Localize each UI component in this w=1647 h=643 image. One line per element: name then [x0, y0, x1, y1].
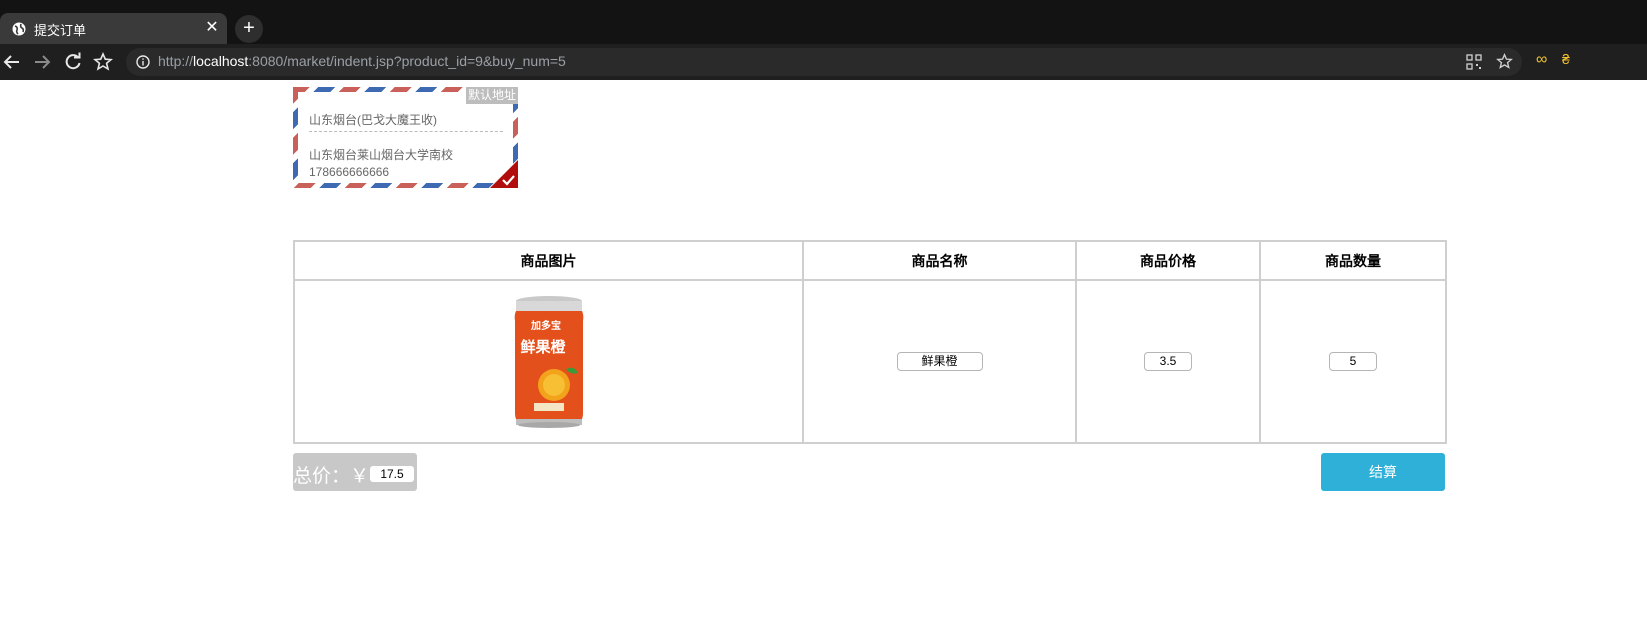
total-price-box: 总价：￥ 17.5	[293, 453, 417, 491]
product-image-cell: 加多宝 鲜果橙	[293, 279, 804, 444]
can-product-label: 鲜果橙	[520, 338, 566, 356]
forward-arrow-icon[interactable]	[32, 52, 52, 72]
column-header-price: 商品价格	[1075, 240, 1261, 281]
bookmark-star-icon[interactable]	[93, 52, 113, 72]
address-card[interactable]: 山东烟台(巴戈大魔王收) 山东烟台莱山烟台大学南校 178666666666 默…	[293, 87, 518, 188]
product-quantity-cell: 5	[1259, 279, 1447, 444]
qr-code-icon[interactable]	[1466, 54, 1482, 70]
info-icon[interactable]	[136, 55, 150, 69]
checkout-button[interactable]: 结算	[1321, 453, 1445, 491]
globe-icon	[12, 22, 26, 36]
table-row: 加多宝 鲜果橙 鲜果橙 3.5 5	[293, 279, 1447, 444]
tab-title: 提交订单	[34, 23, 87, 38]
total-price-label: 总价：￥	[293, 466, 370, 487]
product-name-cell: 鲜果橙	[802, 279, 1077, 444]
address-card-body: 山东烟台(巴戈大魔王收) 山东烟台莱山烟台大学南校 178666666666	[298, 92, 513, 183]
address-recipient: 山东烟台(巴戈大魔王收)	[309, 113, 437, 127]
address-bar[interactable]: http://localhost:8080/market/indent.jsp?…	[126, 48, 1522, 76]
product-price-cell: 3.5	[1075, 279, 1261, 444]
column-header-quantity: 商品数量	[1259, 240, 1447, 281]
product-name-field[interactable]: 鲜果橙	[896, 352, 983, 371]
browser-tab[interactable]: 提交订单 ✕	[0, 13, 227, 44]
product-price-field[interactable]: 3.5	[1144, 352, 1192, 371]
checkmark-icon	[490, 160, 518, 188]
close-icon[interactable]: ✕	[205, 18, 219, 38]
bookmark-star-icon[interactable]	[1496, 53, 1513, 70]
new-tab-button[interactable]: +	[235, 15, 263, 43]
extension-icon[interactable]: ∞	[1536, 51, 1547, 69]
reload-icon[interactable]	[63, 52, 83, 72]
url-text: http://localhost:8080/market/indent.jsp?…	[158, 53, 566, 69]
product-image: 加多宝 鲜果橙	[514, 295, 583, 428]
address-phone: 178666666666	[309, 165, 390, 179]
default-address-badge: 默认地址	[465, 87, 518, 104]
column-header-name: 商品名称	[802, 240, 1077, 281]
table-header-row: 商品图片 商品名称 商品价格 商品数量	[293, 240, 1447, 281]
total-price-field[interactable]: 17.5	[370, 466, 414, 482]
browser-tab-bar: 提交订单 ✕ +	[0, 0, 1647, 44]
address-street: 山东烟台莱山烟台大学南校	[309, 148, 454, 162]
product-quantity-field[interactable]: 5	[1329, 352, 1377, 371]
divider	[309, 131, 503, 132]
order-table: 商品图片 商品名称 商品价格 商品数量 加多宝 鲜果橙 鲜果橙 3.5 5	[293, 240, 1447, 444]
extension-icon[interactable]: ₴	[1562, 51, 1570, 67]
back-arrow-icon[interactable]	[2, 52, 22, 72]
can-brand-label: 加多宝	[530, 319, 561, 332]
column-header-image: 商品图片	[293, 240, 804, 281]
browser-toolbar: http://localhost:8080/market/indent.jsp?…	[0, 44, 1647, 80]
